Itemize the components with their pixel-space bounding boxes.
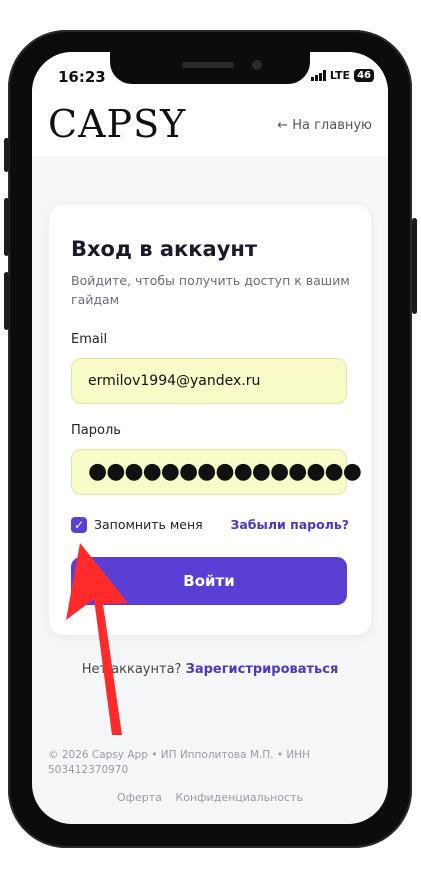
register-link[interactable]: Зарегистрироваться xyxy=(186,662,339,677)
phone-power-button xyxy=(412,218,417,314)
phone-notch xyxy=(110,52,310,84)
email-field[interactable]: ermilov1994@yandex.ru xyxy=(71,358,347,404)
status-indicators: LTE 46 xyxy=(310,69,374,82)
remember-label[interactable]: Запомнить меня xyxy=(94,517,203,532)
camera-icon xyxy=(252,60,262,70)
network-label: LTE xyxy=(329,69,351,82)
email-label: Email xyxy=(71,332,108,347)
login-button[interactable]: Войти xyxy=(71,557,347,605)
capsy-logo[interactable]: CAPSY xyxy=(48,102,186,146)
offer-link[interactable]: Оферта xyxy=(117,791,162,804)
register-prompt: Нет аккаунта? Зарегистрироваться xyxy=(32,662,388,677)
footer-legal: © 2026 Capsy App • ИП Ипполитова М.П. • … xyxy=(48,749,311,776)
privacy-link[interactable]: Конфиденциальность xyxy=(175,791,303,804)
page-title: Вход в аккаунт xyxy=(71,237,258,261)
password-label: Пароль xyxy=(71,423,121,438)
footer-links: Оферта Конфиденциальность xyxy=(32,791,388,804)
register-text: Нет аккаунта? xyxy=(81,662,182,677)
phone-volume-down-button xyxy=(4,272,9,330)
battery-icon: 46 xyxy=(354,69,374,82)
login-subtitle: Войдите, чтобы получить доступ к вашим г… xyxy=(71,273,350,307)
login-card: Вход в аккаунт Войдите, чтобы получить д… xyxy=(49,205,371,635)
site-header: CAPSY ← На главную xyxy=(32,98,388,156)
phone-screen: 16:23 LTE 46 CAPSY ← На главную Вход в а… xyxy=(32,52,388,824)
phone-side-button xyxy=(4,138,9,172)
speaker-grille xyxy=(182,62,234,68)
signal-icon xyxy=(310,70,326,81)
checkmark-icon: ✓ xyxy=(73,518,85,532)
forgot-password-link[interactable]: Забыли пароль? xyxy=(230,517,349,532)
phone-volume-up-button xyxy=(4,198,9,256)
home-link[interactable]: ← На главную xyxy=(277,118,372,133)
password-field[interactable]: ●●●●●●●●●●●●●●● xyxy=(71,449,362,495)
status-time: 16:23 xyxy=(58,68,106,86)
remember-checkbox[interactable]: ✓ xyxy=(71,517,87,533)
